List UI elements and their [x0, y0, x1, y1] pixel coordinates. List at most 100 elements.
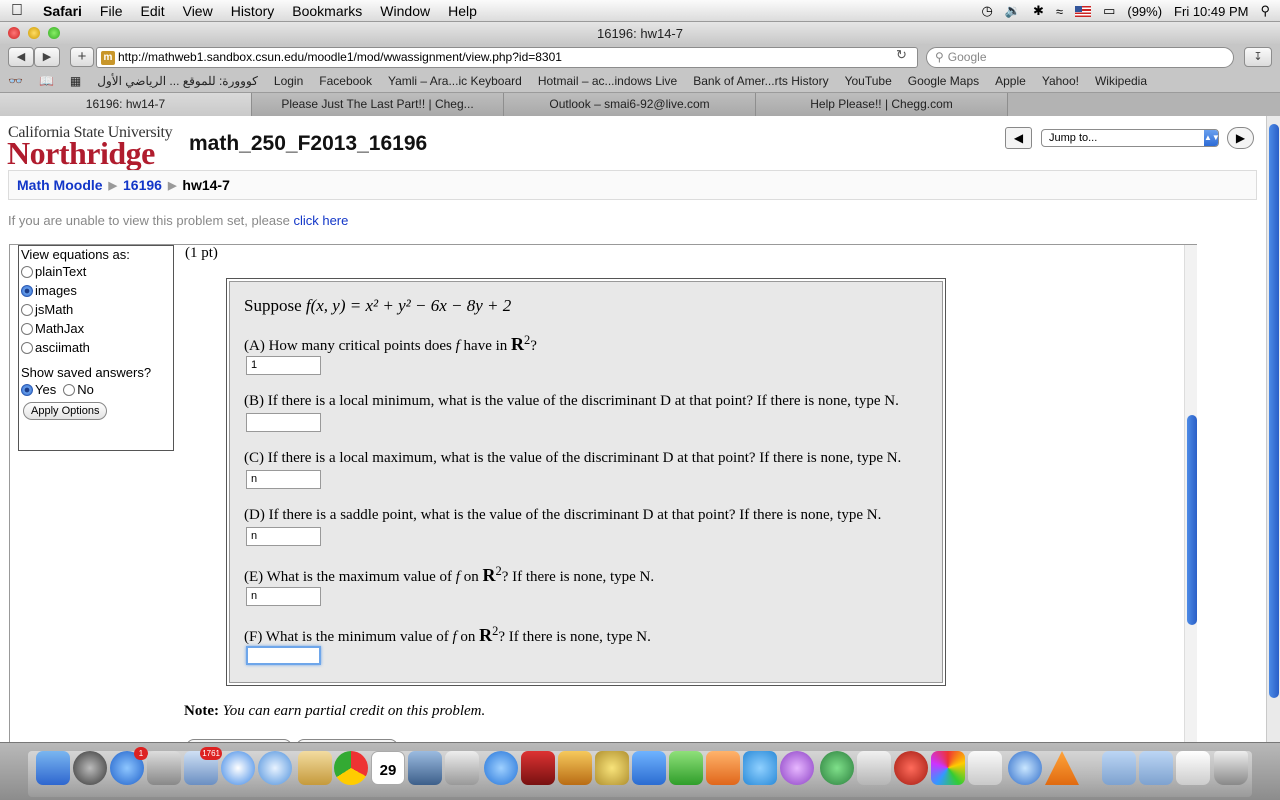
excel-icon[interactable] — [669, 751, 703, 785]
bookmark-wikipedia[interactable]: Wikipedia — [1087, 74, 1155, 88]
forward-button[interactable]: ▶ — [34, 47, 60, 67]
entourage-icon[interactable] — [780, 751, 814, 785]
address-book-icon[interactable] — [298, 751, 332, 785]
imovie-icon[interactable] — [595, 751, 629, 785]
tab-hw14-7[interactable]: 16196: hw14-7 — [0, 93, 252, 116]
image-capture-icon[interactable] — [558, 751, 592, 785]
mode-option[interactable]: asciimath — [21, 338, 171, 357]
trash-icon[interactable] — [1214, 751, 1248, 785]
chrome-icon[interactable] — [334, 751, 368, 785]
apple-menu-icon[interactable]:  — [0, 2, 34, 20]
safari-icon[interactable] — [221, 751, 255, 785]
dashboard-icon[interactable] — [73, 751, 107, 785]
apply-options-button[interactable]: Apply Options — [23, 402, 108, 420]
time-machine-icon[interactable]: ◷ — [981, 3, 992, 19]
breadcrumb-course[interactable]: 16196 — [123, 177, 162, 193]
frame-scrollbar[interactable] — [1184, 245, 1197, 742]
radio-yes[interactable] — [21, 383, 33, 396]
messenger-icon[interactable] — [743, 751, 777, 785]
ical-icon[interactable]: 29 — [371, 751, 405, 785]
powerpoint-icon[interactable] — [706, 751, 740, 785]
mode-option[interactable]: images — [21, 281, 171, 300]
answer-f-input[interactable] — [246, 646, 321, 665]
bookmark-google-maps[interactable]: Google Maps — [900, 74, 987, 88]
search-field[interactable]: ⚲ Google — [926, 47, 1234, 68]
documents-folder-icon[interactable] — [1139, 751, 1173, 785]
breadcrumb-math-moodle[interactable]: Math Moodle — [17, 177, 103, 193]
input-source-flag-icon[interactable] — [1075, 5, 1092, 17]
app-store-icon[interactable]: 1 — [110, 747, 148, 785]
system-preferences-icon[interactable] — [147, 751, 181, 785]
zoom-window-icon[interactable] — [48, 27, 60, 39]
applications-folder-icon[interactable] — [1102, 751, 1136, 785]
page-scroll-thumb[interactable] — [1269, 124, 1279, 698]
mail-icon[interactable]: 1761 — [184, 747, 222, 785]
radio-jsmath[interactable] — [21, 303, 33, 316]
page-scrollbar[interactable] — [1266, 116, 1280, 742]
menu-edit[interactable]: Edit — [131, 3, 173, 19]
volume-icon[interactable]: 🔉 — [1005, 3, 1021, 19]
answer-e-input[interactable]: n — [246, 587, 321, 606]
color-app-icon[interactable] — [931, 751, 965, 785]
answer-d-input[interactable]: n — [246, 527, 321, 546]
bookmarks-book-icon[interactable]: 📖 — [31, 74, 62, 88]
bookmark-kooora[interactable]: كووورة: للموقع ... الرياضي الأول — [89, 74, 266, 88]
menu-file[interactable]: File — [91, 3, 132, 19]
downloads-stack-icon[interactable] — [1176, 751, 1210, 785]
photo-booth-icon[interactable] — [521, 751, 555, 785]
menubar-clock[interactable]: Fri 10:49 PM — [1174, 4, 1248, 19]
bookmark-yamli[interactable]: Yamli – Ara...ic Keyboard — [380, 74, 530, 88]
iphoto-icon[interactable] — [408, 751, 442, 785]
radio-no[interactable] — [63, 383, 76, 396]
minimize-window-icon[interactable] — [28, 27, 40, 39]
mode-option[interactable]: plainText — [21, 262, 171, 281]
tab-chegg-help[interactable]: Help Please!! | Chegg.com — [756, 93, 1008, 116]
menu-bookmarks[interactable]: Bookmarks — [283, 3, 371, 19]
add-bookmark-button[interactable]: + — [70, 47, 94, 67]
answer-b-input[interactable] — [246, 413, 321, 432]
back-button[interactable]: ◀ — [8, 47, 34, 67]
network-icon[interactable] — [820, 751, 854, 785]
preview-icon[interactable] — [445, 751, 479, 785]
reading-list-icon[interactable]: 👓 — [0, 74, 31, 88]
radio-asciimath[interactable] — [21, 341, 33, 354]
utility-icon[interactable] — [857, 751, 891, 785]
bookmark-yahoo[interactable]: Yahoo! — [1034, 74, 1087, 88]
frame-scroll-thumb[interactable] — [1187, 415, 1197, 625]
word-icon[interactable] — [632, 751, 666, 785]
menu-app-name[interactable]: Safari — [34, 3, 91, 19]
top-sites-icon[interactable]: ▦ — [62, 74, 89, 88]
jump-next-button[interactable]: ▶ — [1227, 127, 1254, 149]
answer-c-input[interactable]: n — [246, 470, 321, 489]
menu-help[interactable]: Help — [439, 3, 486, 19]
menu-view[interactable]: View — [174, 3, 222, 19]
radio-mathjax[interactable] — [21, 322, 33, 335]
bookmark-youtube[interactable]: YouTube — [837, 74, 900, 88]
click-here-link[interactable]: click here — [293, 213, 348, 228]
close-window-icon[interactable] — [8, 27, 20, 39]
answer-a-input[interactable]: 1 — [246, 356, 321, 375]
mode-option[interactable]: jsMath — [21, 300, 171, 319]
menu-window[interactable]: Window — [371, 3, 439, 19]
bookmark-facebook[interactable]: Facebook — [311, 74, 380, 88]
jump-to-select[interactable]: Jump to... ▲▼ — [1041, 129, 1220, 147]
quicktime-icon[interactable] — [1008, 751, 1042, 785]
menu-history[interactable]: History — [222, 3, 284, 19]
finder-icon[interactable] — [36, 751, 70, 785]
jump-previous-button[interactable]: ◀ — [1005, 127, 1032, 149]
battery-icon[interactable]: ▭ — [1103, 3, 1115, 19]
tab-chegg-last-part[interactable]: Please Just The Last Part!! | Cheg... — [252, 93, 504, 116]
radio-plaintext[interactable] — [21, 265, 33, 278]
bookmark-login[interactable]: Login — [266, 74, 311, 88]
address-bar[interactable]: m http://mathweb1.sandbox.csun.edu/moodl… — [96, 47, 918, 68]
radio-images[interactable] — [21, 284, 33, 297]
mode-option[interactable]: MathJax — [21, 319, 171, 338]
bluetooth-icon[interactable]: ✱ — [1033, 3, 1044, 19]
angry-birds-icon[interactable] — [894, 751, 928, 785]
reload-icon[interactable]: ↻ — [896, 47, 907, 63]
tab-outlook[interactable]: Outlook – smai6-92@live.com — [504, 93, 756, 116]
spotlight-icon[interactable]: ⚲ — [1260, 3, 1270, 19]
downloads-button[interactable]: ↧ — [1244, 47, 1272, 67]
bookmark-bank-of-america[interactable]: Bank of Amer...rts History — [685, 74, 836, 88]
textedit-icon[interactable] — [968, 751, 1002, 785]
